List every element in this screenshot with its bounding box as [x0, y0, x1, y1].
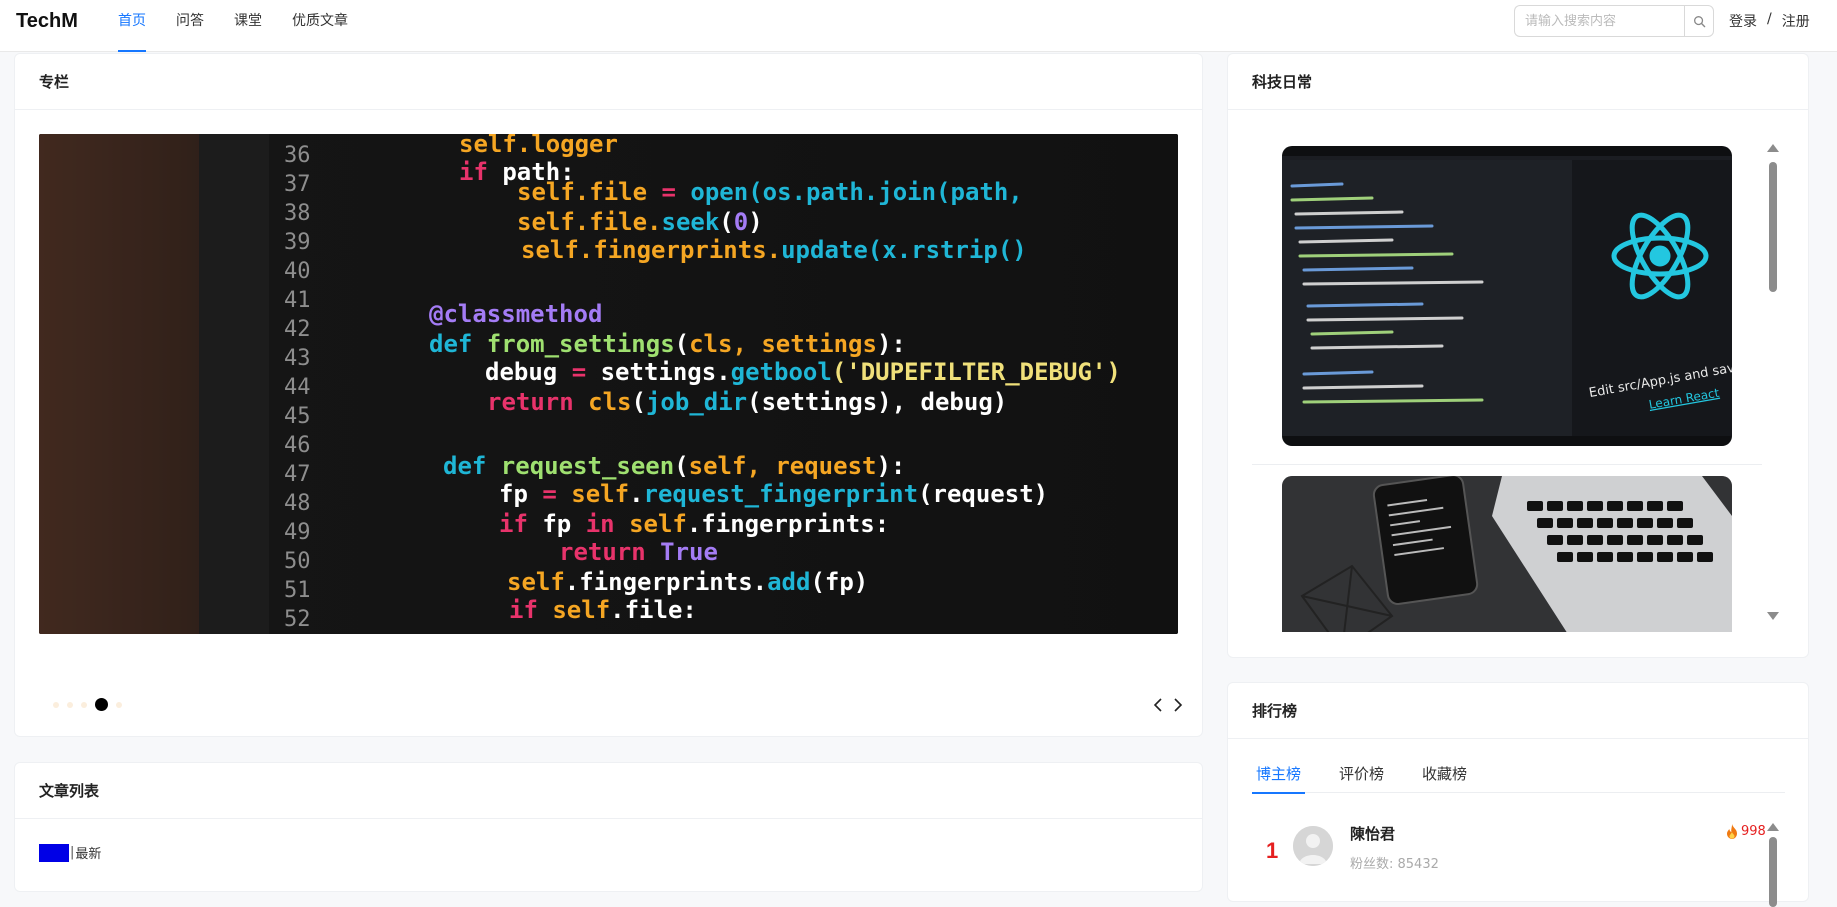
svg-text:def from_settings(cls, setting: def from_settings(cls, settings): — [429, 330, 906, 358]
nav-qa[interactable]: 问答 — [176, 0, 204, 52]
ranking-card: 排行榜 博主榜 评价榜 收藏榜 1 陳怡君 粉丝数: 85432 998 — [1227, 682, 1809, 907]
blogger-name[interactable]: 陳怡君 — [1350, 823, 1395, 844]
tab-rating[interactable]: 评价榜 — [1335, 763, 1388, 793]
scrollbar-thumb[interactable] — [1769, 837, 1777, 907]
svg-text:def request_seen(self, request: def request_seen(self, request): — [443, 452, 905, 480]
scrollbar-thumb[interactable] — [1769, 162, 1777, 292]
svg-text:self.file = open(os.path.join(: self.file = open(os.path.join(path, — [517, 178, 1023, 206]
scroll-up-icon[interactable] — [1767, 823, 1779, 831]
svg-text:@classmethod: @classmethod — [429, 300, 602, 328]
tech-item-image[interactable] — [1282, 476, 1732, 632]
svg-text:return True: return True — [559, 538, 718, 566]
auth-links: 登录 / 注册 — [1729, 11, 1810, 31]
tech-daily-title: 科技日常 — [1228, 54, 1808, 110]
filter-newest[interactable]: 最新 — [75, 843, 101, 862]
login-link[interactable]: 登录 — [1729, 11, 1757, 31]
nav-home[interactable]: 首页 — [118, 0, 146, 52]
carousel-next-button[interactable] — [1171, 697, 1185, 713]
svg-text:41: 41 — [284, 288, 311, 313]
article-filter: 最热 | 最新 — [39, 843, 101, 862]
carousel-arrows — [1151, 697, 1185, 713]
carousel-dot[interactable] — [53, 701, 59, 708]
filter-hot[interactable]: 最热 — [39, 843, 70, 862]
user-placeholder-icon — [1293, 826, 1333, 866]
svg-text:42: 42 — [284, 317, 311, 342]
tab-favorites[interactable]: 收藏榜 — [1418, 763, 1471, 793]
carousel-indicators — [53, 698, 122, 711]
fire-icon — [1727, 824, 1737, 839]
svg-text:48: 48 — [284, 491, 311, 516]
carousel-dot[interactable] — [81, 701, 87, 708]
svg-text:self.fingerprints.add(fp): self.fingerprints.add(fp) — [507, 568, 868, 596]
search-button[interactable] — [1684, 5, 1714, 37]
svg-text:45: 45 — [284, 404, 311, 429]
svg-text:37: 37 — [284, 172, 311, 197]
svg-text:49: 49 — [284, 520, 311, 545]
chevron-right-icon — [1174, 698, 1183, 712]
nav-quality-articles[interactable]: 优质文章 — [292, 0, 348, 52]
nav-classroom[interactable]: 课堂 — [234, 0, 262, 52]
scroll-down-icon[interactable] — [1767, 612, 1779, 620]
main-nav: 首页 问答 课堂 优质文章 — [118, 0, 378, 52]
avatar[interactable] — [1293, 826, 1333, 866]
svg-text:debug = settings.getbool('DUPE: debug = settings.getbool('DUPEFILTER_DEB… — [485, 358, 1121, 386]
tech-daily-list: Edit src/App.js and save to reload. Lear… — [1252, 138, 1762, 632]
svg-text:36: 36 — [284, 143, 311, 168]
svg-text:self.fingerprints.update(x.rst: self.fingerprints.update(x.rstrip() — [521, 236, 1027, 264]
svg-text:39: 39 — [284, 230, 311, 255]
carousel-dot-active[interactable] — [95, 698, 108, 711]
carousel-prev-button[interactable] — [1151, 697, 1165, 713]
tab-blogger[interactable]: 博主榜 — [1252, 763, 1306, 794]
rank-number: 1 — [1266, 838, 1279, 863]
auth-separator: / — [1767, 11, 1772, 27]
tech-daily-card: 科技日常 Edit src/App.js and save Learn Reac… — [1227, 53, 1809, 658]
laptop-phone-illustration — [1282, 476, 1732, 632]
svg-text:44: 44 — [284, 375, 311, 400]
tech-list-scrollbar[interactable] — [1766, 142, 1780, 632]
column-title: 专栏 — [15, 54, 1202, 110]
svg-text:43: 43 — [284, 346, 311, 371]
filter-separator: | — [70, 845, 75, 860]
chevron-left-icon — [1153, 698, 1162, 712]
search-box — [1514, 5, 1714, 37]
hot-score: 998 — [1726, 824, 1766, 839]
svg-text:40: 40 — [284, 259, 311, 284]
carousel-slide-image[interactable]: 36 37 38 39 40 41 42 43 44 45 46 47 48 49 50 51 52 … — [39, 134, 1178, 634]
svg-text:self.file.seek(0): self.file.seek(0) — [517, 208, 763, 236]
carousel-dot[interactable] — [67, 701, 73, 708]
column-card: 专栏 36 37 38 39 40 41 42 43 44 45 46 47 48 49 50 51 — [14, 53, 1203, 737]
svg-text:return cls(job_dir(settings),: return cls(job_dir(settings), debug) — [487, 388, 1007, 416]
svg-text:47: 47 — [284, 462, 311, 487]
svg-text:46: 46 — [284, 433, 311, 458]
ranking-row[interactable]: 1 陳怡君 粉丝数: 85432 998 — [1252, 823, 1772, 883]
top-nav-bar: TechM 首页 问答 课堂 优质文章 登录 / 注册 — [0, 0, 1837, 52]
ranking-tabs: 博主榜 评价榜 收藏榜 — [1252, 763, 1785, 794]
svg-text:51: 51 — [284, 578, 311, 603]
register-link[interactable]: 注册 — [1782, 11, 1810, 31]
score-value: 998 — [1741, 824, 1766, 839]
tech-item-image[interactable]: Edit src/App.js and save to reload. Lear… — [1282, 146, 1732, 446]
svg-text:38: 38 — [284, 201, 311, 226]
scroll-up-icon[interactable] — [1767, 144, 1779, 152]
react-editor-illustration: Edit src/App.js and save to reload. Lear… — [1282, 146, 1732, 446]
article-list-card: 文章列表 最热 | 最新 — [14, 762, 1203, 892]
svg-text:52: 52 — [284, 607, 311, 632]
site-logo[interactable]: TechM — [16, 10, 78, 33]
svg-text:50: 50 — [284, 549, 311, 574]
carousel-dot[interactable] — [116, 701, 122, 708]
search-icon — [1693, 15, 1705, 27]
search-input[interactable] — [1514, 5, 1684, 37]
ranking-scrollbar[interactable] — [1766, 823, 1780, 907]
tech-list-divider — [1252, 464, 1762, 465]
svg-text:if fp in self.fingerprints:: if fp in self.fingerprints: — [499, 510, 889, 538]
article-list-title: 文章列表 — [15, 763, 1202, 819]
fans-count: 粉丝数: 85432 — [1350, 857, 1439, 872]
svg-text:if self.file:: if self.file: — [509, 596, 697, 624]
ranking-title: 排行榜 — [1228, 683, 1808, 739]
svg-text:fp = self.request_fingerprint(: fp = self.request_fingerprint(request) — [499, 480, 1048, 508]
svg-text:self.logger: self.logger — [459, 134, 618, 158]
code-screen-illustration: 363738 394041 424344 454647 484950 5152 … — [39, 134, 1178, 634]
